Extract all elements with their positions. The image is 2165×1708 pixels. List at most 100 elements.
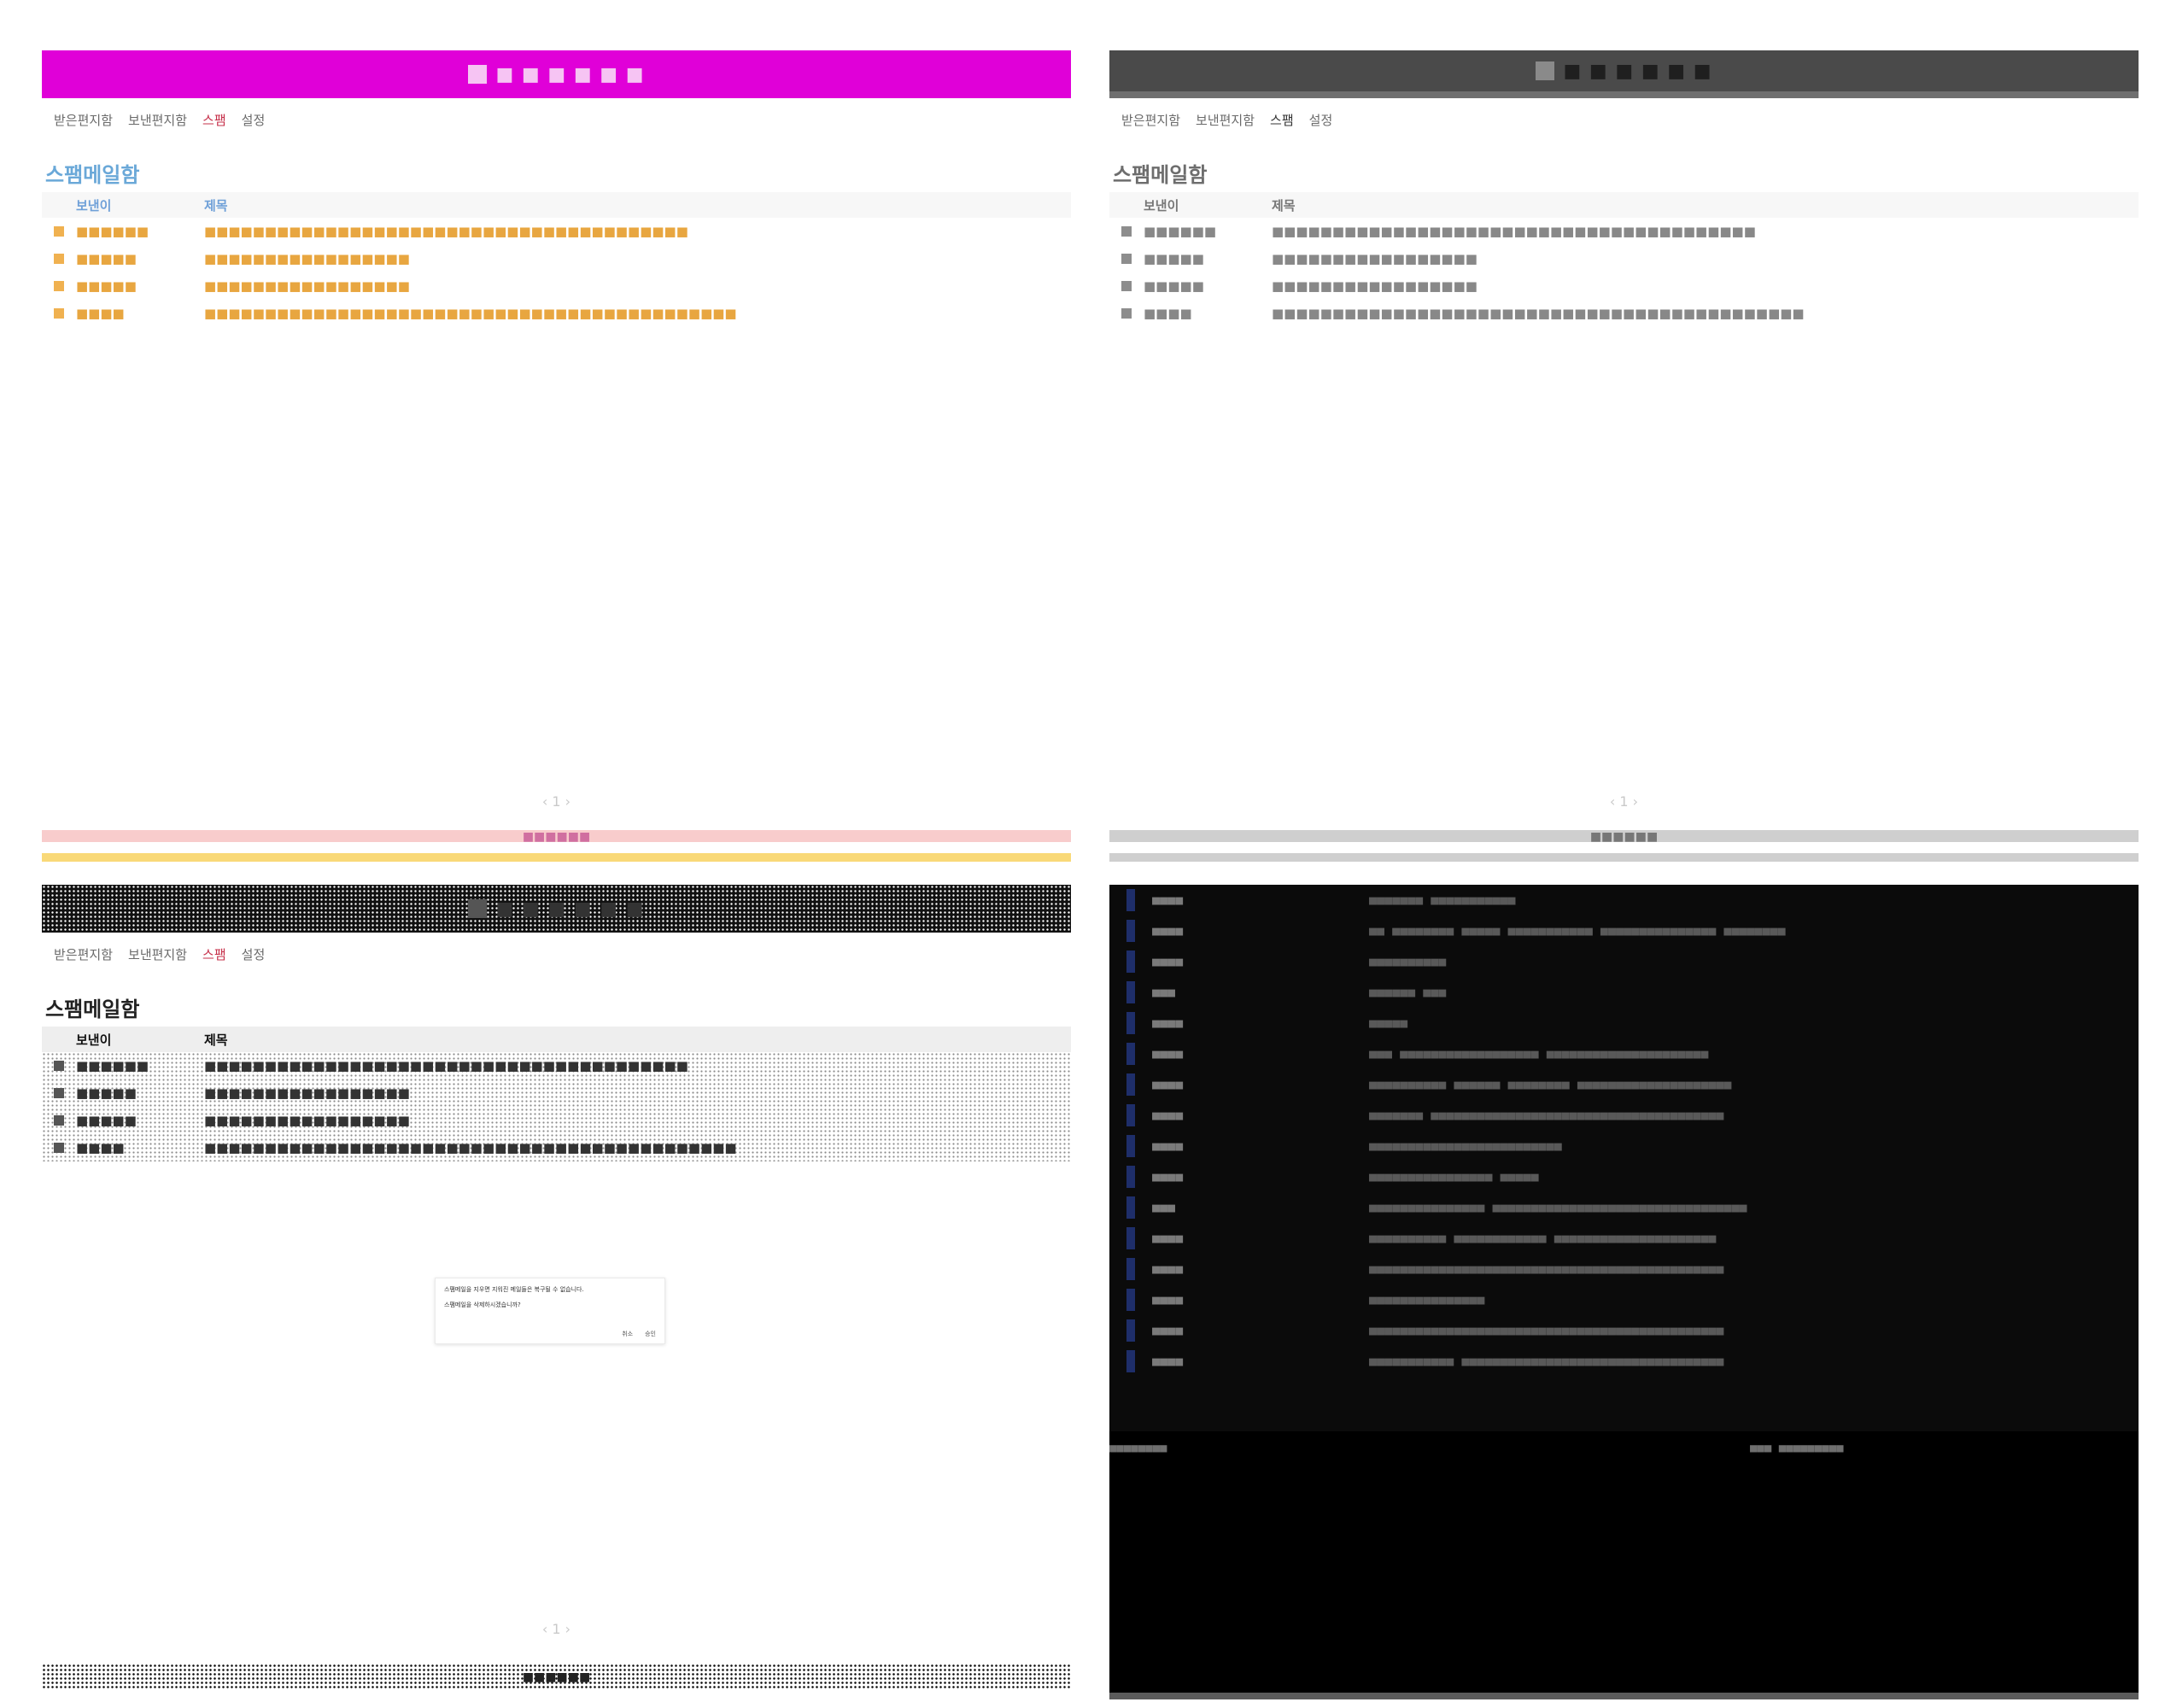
row-sender: ■■■■■■: [76, 224, 149, 239]
terminal-row[interactable]: ■■■■ ■■■■■■■■■■■■■■■■ ■■■■■: [1109, 1161, 2139, 1192]
table-row[interactable]: ■■■■■■ ■■■■■■■■■■■■■■■■■■■■■■■■■■■■■■■■■…: [42, 1052, 1071, 1079]
table-row[interactable]: ■■■■■ ■■■■■■■■■■■■■■■■■: [1109, 272, 2139, 300]
row-subject[interactable]: ■■■■■■■■■■■■■■■■■■■■■■■■■■■■■■■■■■■■■■■■…: [204, 306, 1071, 321]
pagination[interactable]: ‹ 1 ›: [42, 1621, 1071, 1637]
row-checkbox[interactable]: [54, 254, 64, 264]
pagination[interactable]: ‹ 1 ›: [1109, 793, 2139, 810]
terminal-row[interactable]: ■■■■ ■■■■■: [1109, 1008, 2139, 1038]
row-marker-icon: [1126, 1196, 1135, 1219]
terminal-row-sender: ■■■■: [1152, 1138, 1184, 1154]
toolbar-spam-link[interactable]: 스팸: [202, 945, 226, 963]
toolbar-sent-link[interactable]: 보낸편지함: [128, 111, 187, 129]
toolbar-inbox-link[interactable]: 받은편지함: [54, 111, 113, 129]
cancel-button[interactable]: 취소: [622, 1330, 633, 1338]
row-subject[interactable]: ■■■■■■■■■■■■■■■■■■■■■■■■■■■■■■■■■■■■■■■■: [204, 1058, 1071, 1073]
terminal-row-content: ■■■■■■■■■■■■■■■ ■■■■■■■■■■■■■■■■■■■■■■■■…: [1369, 1200, 1747, 1215]
row-marker-icon: [1126, 981, 1135, 1003]
row-subject[interactable]: ■■■■■■■■■■■■■■■■■: [204, 1113, 1071, 1128]
pagination[interactable]: ‹ 1 ›: [42, 793, 1071, 810]
toolbar-settings-link[interactable]: 설정: [242, 945, 266, 963]
row-checkbox[interactable]: [54, 308, 64, 319]
row-checkbox[interactable]: [54, 1115, 64, 1126]
row-sender: ■■■■■: [76, 251, 137, 266]
toolbar: 받은편지함 보낸편지함 스팸 설정: [42, 941, 1071, 967]
terminal-row[interactable]: ■■■ ■■■■■■ ■■■: [1109, 977, 2139, 1008]
table-row[interactable]: ■■■■■ ■■■■■■■■■■■■■■■■■: [42, 272, 1071, 300]
dialog-warning-text: 스팸메일을 지우면 지워진 메일들은 복구될 수 없습니다.: [444, 1286, 584, 1293]
table-row[interactable]: ■■■■ ■■■■■■■■■■■■■■■■■■■■■■■■■■■■■■■■■■■…: [1109, 300, 2139, 327]
terminal-row-sender: ■■■: [1152, 985, 1176, 1000]
terminal-row[interactable]: ■■■■ ■■■■■■■■■■■ ■■■■■■■■■■■■■■■■■■■■■■■■…: [1109, 1346, 2139, 1377]
toolbar-spam-link[interactable]: 스팸: [202, 111, 226, 129]
terminal-row[interactable]: ■■■■ ■■ ■■■■■■■■ ■■■■■ ■■■■■■■■■■■ ■■■■■■…: [1109, 915, 2139, 946]
column-subject[interactable]: 제목: [204, 1031, 228, 1049]
terminal-row[interactable]: ■■■■ ■■■■■■■■■■■■■■■: [1109, 1284, 2139, 1315]
table-row[interactable]: ■■■■■ ■■■■■■■■■■■■■■■■■: [1109, 245, 2139, 272]
toolbar-settings-link[interactable]: 설정: [1309, 111, 1333, 129]
row-checkbox[interactable]: [54, 281, 64, 291]
column-sender[interactable]: 보낸이: [76, 196, 204, 214]
row-checkbox[interactable]: [1121, 254, 1132, 264]
row-checkbox[interactable]: [54, 1061, 64, 1071]
row-subject[interactable]: ■■■■■■■■■■■■■■■■■■■■■■■■■■■■■■■■■■■■■■■■: [1272, 224, 2139, 239]
column-sender[interactable]: 보낸이: [1144, 196, 1272, 214]
toolbar: 받은편지함 보낸편지함 스팸 설정: [42, 107, 1071, 132]
table-header: 보낸이 제목: [42, 1027, 1071, 1052]
column-subject[interactable]: 제목: [1272, 196, 1296, 214]
terminal-row[interactable]: ■■■■ ■■■■■■■■■■■■■■■■■■■■■■■■■: [1109, 1131, 2139, 1161]
table-row[interactable]: ■■■■■ ■■■■■■■■■■■■■■■■■: [42, 245, 1071, 272]
row-subject[interactable]: ■■■■■■■■■■■■■■■■■■■■■■■■■■■■■■■■■■■■■■■■…: [1272, 306, 2139, 321]
toolbar-settings-link[interactable]: 설정: [242, 111, 266, 129]
table-row[interactable]: ■■■■■■ ■■■■■■■■■■■■■■■■■■■■■■■■■■■■■■■■■…: [42, 218, 1071, 245]
terminal-row-content: ■■■ ■■■■■■■■■■■■■■■■■■ ■■■■■■■■■■■■■■■■■…: [1369, 1046, 1709, 1062]
table-row[interactable]: ■■■■ ■■■■■■■■■■■■■■■■■■■■■■■■■■■■■■■■■■■…: [42, 300, 1071, 327]
toolbar-spam-link[interactable]: 스팸: [1270, 111, 1294, 129]
row-sender: ■■■■■■: [76, 1058, 149, 1073]
row-subject[interactable]: ■■■■■■■■■■■■■■■■■: [1272, 278, 2139, 294]
column-sender[interactable]: 보낸이: [76, 1031, 204, 1049]
title-bar: ■ ■ ■ ■ ■ ■: [42, 885, 1071, 933]
row-checkbox[interactable]: [54, 1088, 64, 1098]
row-marker-icon: [1126, 951, 1135, 973]
toolbar-inbox-link[interactable]: 받은편지함: [54, 945, 113, 963]
footer-stripe: [42, 853, 1071, 862]
status-left: ■■■■■■■■: [1109, 1442, 1167, 1455]
terminal-row[interactable]: ■■■■ ■■■■■■■■■■■■■■■■■■■■■■■■■■■■■■■■■■■■…: [1109, 1254, 2139, 1284]
toolbar-sent-link[interactable]: 보낸편지함: [128, 945, 187, 963]
terminal-row[interactable]: ■■■■ ■■■■■■■■■■■■■■■■■■■■■■■■■■■■■■■■■■■■…: [1109, 1315, 2139, 1346]
table-row[interactable]: ■■■■■ ■■■■■■■■■■■■■■■■■: [42, 1107, 1071, 1134]
toolbar-inbox-link[interactable]: 받은편지함: [1121, 111, 1180, 129]
row-checkbox[interactable]: [1121, 226, 1132, 237]
row-checkbox[interactable]: [54, 226, 64, 237]
row-subject[interactable]: ■■■■■■■■■■■■■■■■■: [204, 251, 1071, 266]
terminal-row[interactable]: ■■■■ ■■■■■■■ ■■■■■■■■■■■■■■■■■■■■■■■■■■■■…: [1109, 1100, 2139, 1131]
table-header: 보낸이 제목: [42, 192, 1071, 218]
terminal-row[interactable]: ■■■ ■■■■■■■■■■■■■■■ ■■■■■■■■■■■■■■■■■■■■■…: [1109, 1192, 2139, 1223]
row-subject[interactable]: ■■■■■■■■■■■■■■■■■■■■■■■■■■■■■■■■■■■■■■■■: [204, 224, 1071, 239]
terminal-row[interactable]: ■■■■ ■■■■■■■ ■■■■■■■■■■■: [1109, 885, 2139, 915]
terminal-row-content: ■■■■■■■■■■■■■■■■■■■■■■■■■■■■■■■■■■■■■■■■…: [1369, 1323, 1724, 1338]
row-subject[interactable]: ■■■■■■■■■■■■■■■■■: [204, 1085, 1071, 1101]
row-marker-icon: [1126, 1289, 1135, 1311]
row-subject[interactable]: ■■■■■■■■■■■■■■■■■: [204, 278, 1071, 294]
table-header: 보낸이 제목: [1109, 192, 2139, 218]
table-row[interactable]: ■■■■ ■■■■■■■■■■■■■■■■■■■■■■■■■■■■■■■■■■■…: [42, 1134, 1071, 1161]
row-checkbox[interactable]: [54, 1143, 64, 1153]
dialog-buttons: 취소 승인: [622, 1330, 656, 1338]
toolbar-sent-link[interactable]: 보낸편지함: [1196, 111, 1255, 129]
table-row[interactable]: ■■■■■■ ■■■■■■■■■■■■■■■■■■■■■■■■■■■■■■■■■…: [1109, 218, 2139, 245]
table-row[interactable]: ■■■■■ ■■■■■■■■■■■■■■■■■: [42, 1079, 1071, 1107]
terminal-list: ■■■■ ■■■■■■■ ■■■■■■■■■■■ ■■■■ ■■ ■■■■■■■■ ■…: [1109, 885, 2139, 1431]
terminal-row[interactable]: ■■■■ ■■■■■■■■■■: [1109, 946, 2139, 977]
terminal-row[interactable]: ■■■■ ■■■ ■■■■■■■■■■■■■■■■■■ ■■■■■■■■■■■■■…: [1109, 1038, 2139, 1069]
footer-label: ■■■■■■: [1589, 830, 1659, 844]
column-subject[interactable]: 제목: [204, 196, 228, 214]
row-checkbox[interactable]: [1121, 308, 1132, 319]
terminal-row[interactable]: ■■■■ ■■■■■■■■■■ ■■■■■■ ■■■■■■■■ ■■■■■■■■■…: [1109, 1069, 2139, 1100]
row-subject[interactable]: ■■■■■■■■■■■■■■■■■: [1272, 251, 2139, 266]
terminal-row[interactable]: ■■■■ ■■■■■■■■■■ ■■■■■■■■■■■■ ■■■■■■■■■■■■…: [1109, 1223, 2139, 1254]
mail-table: 보낸이 제목 ■■■■■■ ■■■■■■■■■■■■■■■■■■■■■■■■■■…: [42, 1027, 1071, 1161]
row-checkbox[interactable]: [1121, 281, 1132, 291]
row-subject[interactable]: ■■■■■■■■■■■■■■■■■■■■■■■■■■■■■■■■■■■■■■■■…: [204, 1140, 1071, 1155]
confirm-button[interactable]: 승인: [645, 1330, 656, 1338]
